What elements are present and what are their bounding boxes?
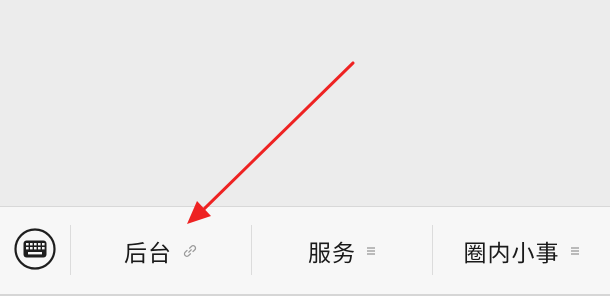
menu-item-label: 圈内小事 (463, 241, 560, 267)
custom-menu-bar: 后台 服务 圈内小事 (0, 206, 610, 296)
menu-item-label: 后台 (124, 241, 172, 267)
menu-lines-icon (366, 245, 376, 257)
menu-lines-icon (570, 245, 580, 257)
menu-item-fuwu[interactable]: 服务 (252, 207, 432, 295)
chat-content-area (0, 0, 610, 206)
menu-item-label: 服务 (308, 241, 356, 267)
link-icon (182, 243, 198, 259)
keyboard-icon (13, 227, 57, 275)
keyboard-toggle-button[interactable] (0, 207, 70, 295)
menu-item-houtai[interactable]: 后台 (71, 207, 251, 295)
menu-item-quannei-xiaoshi[interactable]: 圈内小事 (433, 207, 610, 295)
